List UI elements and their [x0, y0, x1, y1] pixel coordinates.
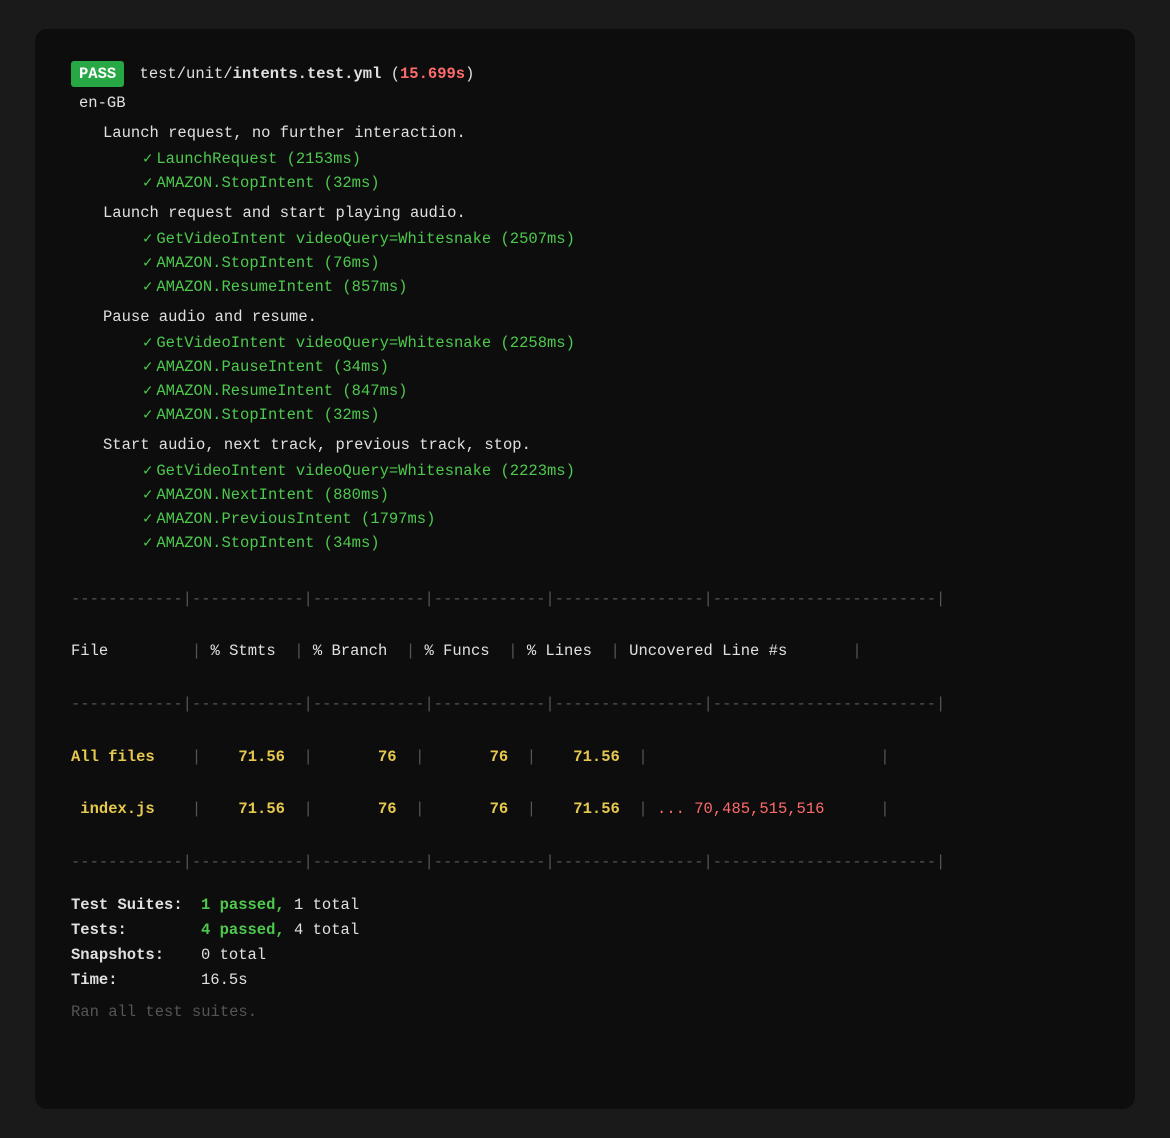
test-item: ✓LaunchRequest (2153ms)	[143, 147, 1099, 171]
test-item: ✓AMAZON.StopIntent (34ms)	[143, 531, 1099, 555]
test-item: ✓AMAZON.ResumeIntent (857ms)	[143, 275, 1099, 299]
summary-section: Test Suites: 1 passed, 1 total Tests: 4 …	[71, 893, 1099, 1024]
test-item: ✓AMAZON.StopIntent (76ms)	[143, 251, 1099, 275]
test-item: ✓GetVideoIntent videoQuery=Whitesnake (2…	[143, 331, 1099, 355]
title-file: intents.test.yml	[233, 65, 382, 83]
table-divider-bot: ------------|------------|------------|-…	[71, 823, 1099, 876]
coverage-table: ------------|------------|------------|-…	[71, 559, 1099, 875]
suites-label: Test Suites:	[71, 893, 201, 917]
snapshots-label: Snapshots:	[71, 943, 201, 967]
title-time: 15.699s	[400, 65, 465, 83]
table-header-row: File | % Stmts | % Branch | % Funcs | % …	[71, 612, 1099, 665]
test-item: ✓AMAZON.ResumeIntent (847ms)	[143, 379, 1099, 403]
tests-label: Tests:	[71, 918, 201, 942]
suites-row: Test Suites: 1 passed, 1 total	[71, 893, 1099, 917]
snapshots-row: Snapshots: 0 total	[71, 943, 1099, 967]
section-header-3: Pause audio and resume.	[103, 305, 1099, 329]
test-item: ✓GetVideoIntent videoQuery=Whitesnake (2…	[143, 459, 1099, 483]
tests-row: Tests: 4 passed, 4 total	[71, 918, 1099, 942]
table-divider-mid: ------------|------------|------------|-…	[71, 665, 1099, 718]
time-value: 16.5s	[201, 968, 248, 992]
time-label: Time:	[71, 968, 201, 992]
test-item: ✓AMAZON.StopIntent (32ms)	[143, 171, 1099, 195]
terminal-window: PASS test/unit/intents.test.yml (15.699s…	[35, 29, 1135, 1109]
suites-total: 1 total	[294, 893, 359, 917]
tests-passed: 4 passed,	[201, 918, 285, 942]
section-header-2: Launch request and start playing audio.	[103, 201, 1099, 225]
test-item: ✓AMAZON.StopIntent (32ms)	[143, 403, 1099, 427]
test-item: ✓AMAZON.PreviousIntent (1797ms)	[143, 507, 1099, 531]
all-files-row: All files | 71.56 | 76 | 76 | 71.56 | |	[71, 717, 1099, 770]
test-item: ✓AMAZON.PauseIntent (34ms)	[143, 355, 1099, 379]
tests-total: 4 total	[294, 918, 359, 942]
index-row: index.js | 71.56 | 76 | 76 | 71.56 | ...…	[71, 770, 1099, 823]
ran-line: Ran all test suites.	[71, 1000, 1099, 1024]
test-item: ✓AMAZON.NextIntent (880ms)	[143, 483, 1099, 507]
suites-passed: 1 passed,	[201, 893, 285, 917]
time-row: Time: 16.5s	[71, 968, 1099, 992]
title-line: PASS test/unit/intents.test.yml (15.699s…	[71, 61, 1099, 87]
title-path: test/unit/	[140, 65, 233, 83]
test-item: ✓GetVideoIntent videoQuery=Whitesnake (2…	[143, 227, 1099, 251]
snapshots-value: 0 total	[201, 943, 266, 967]
table-divider-top: ------------|------------|------------|-…	[71, 559, 1099, 612]
section-header-1: Launch request, no further interaction.	[103, 121, 1099, 145]
locale: en-GB	[79, 91, 1099, 115]
pass-badge: PASS	[71, 61, 124, 87]
section-header-4: Start audio, next track, previous track,…	[103, 433, 1099, 457]
